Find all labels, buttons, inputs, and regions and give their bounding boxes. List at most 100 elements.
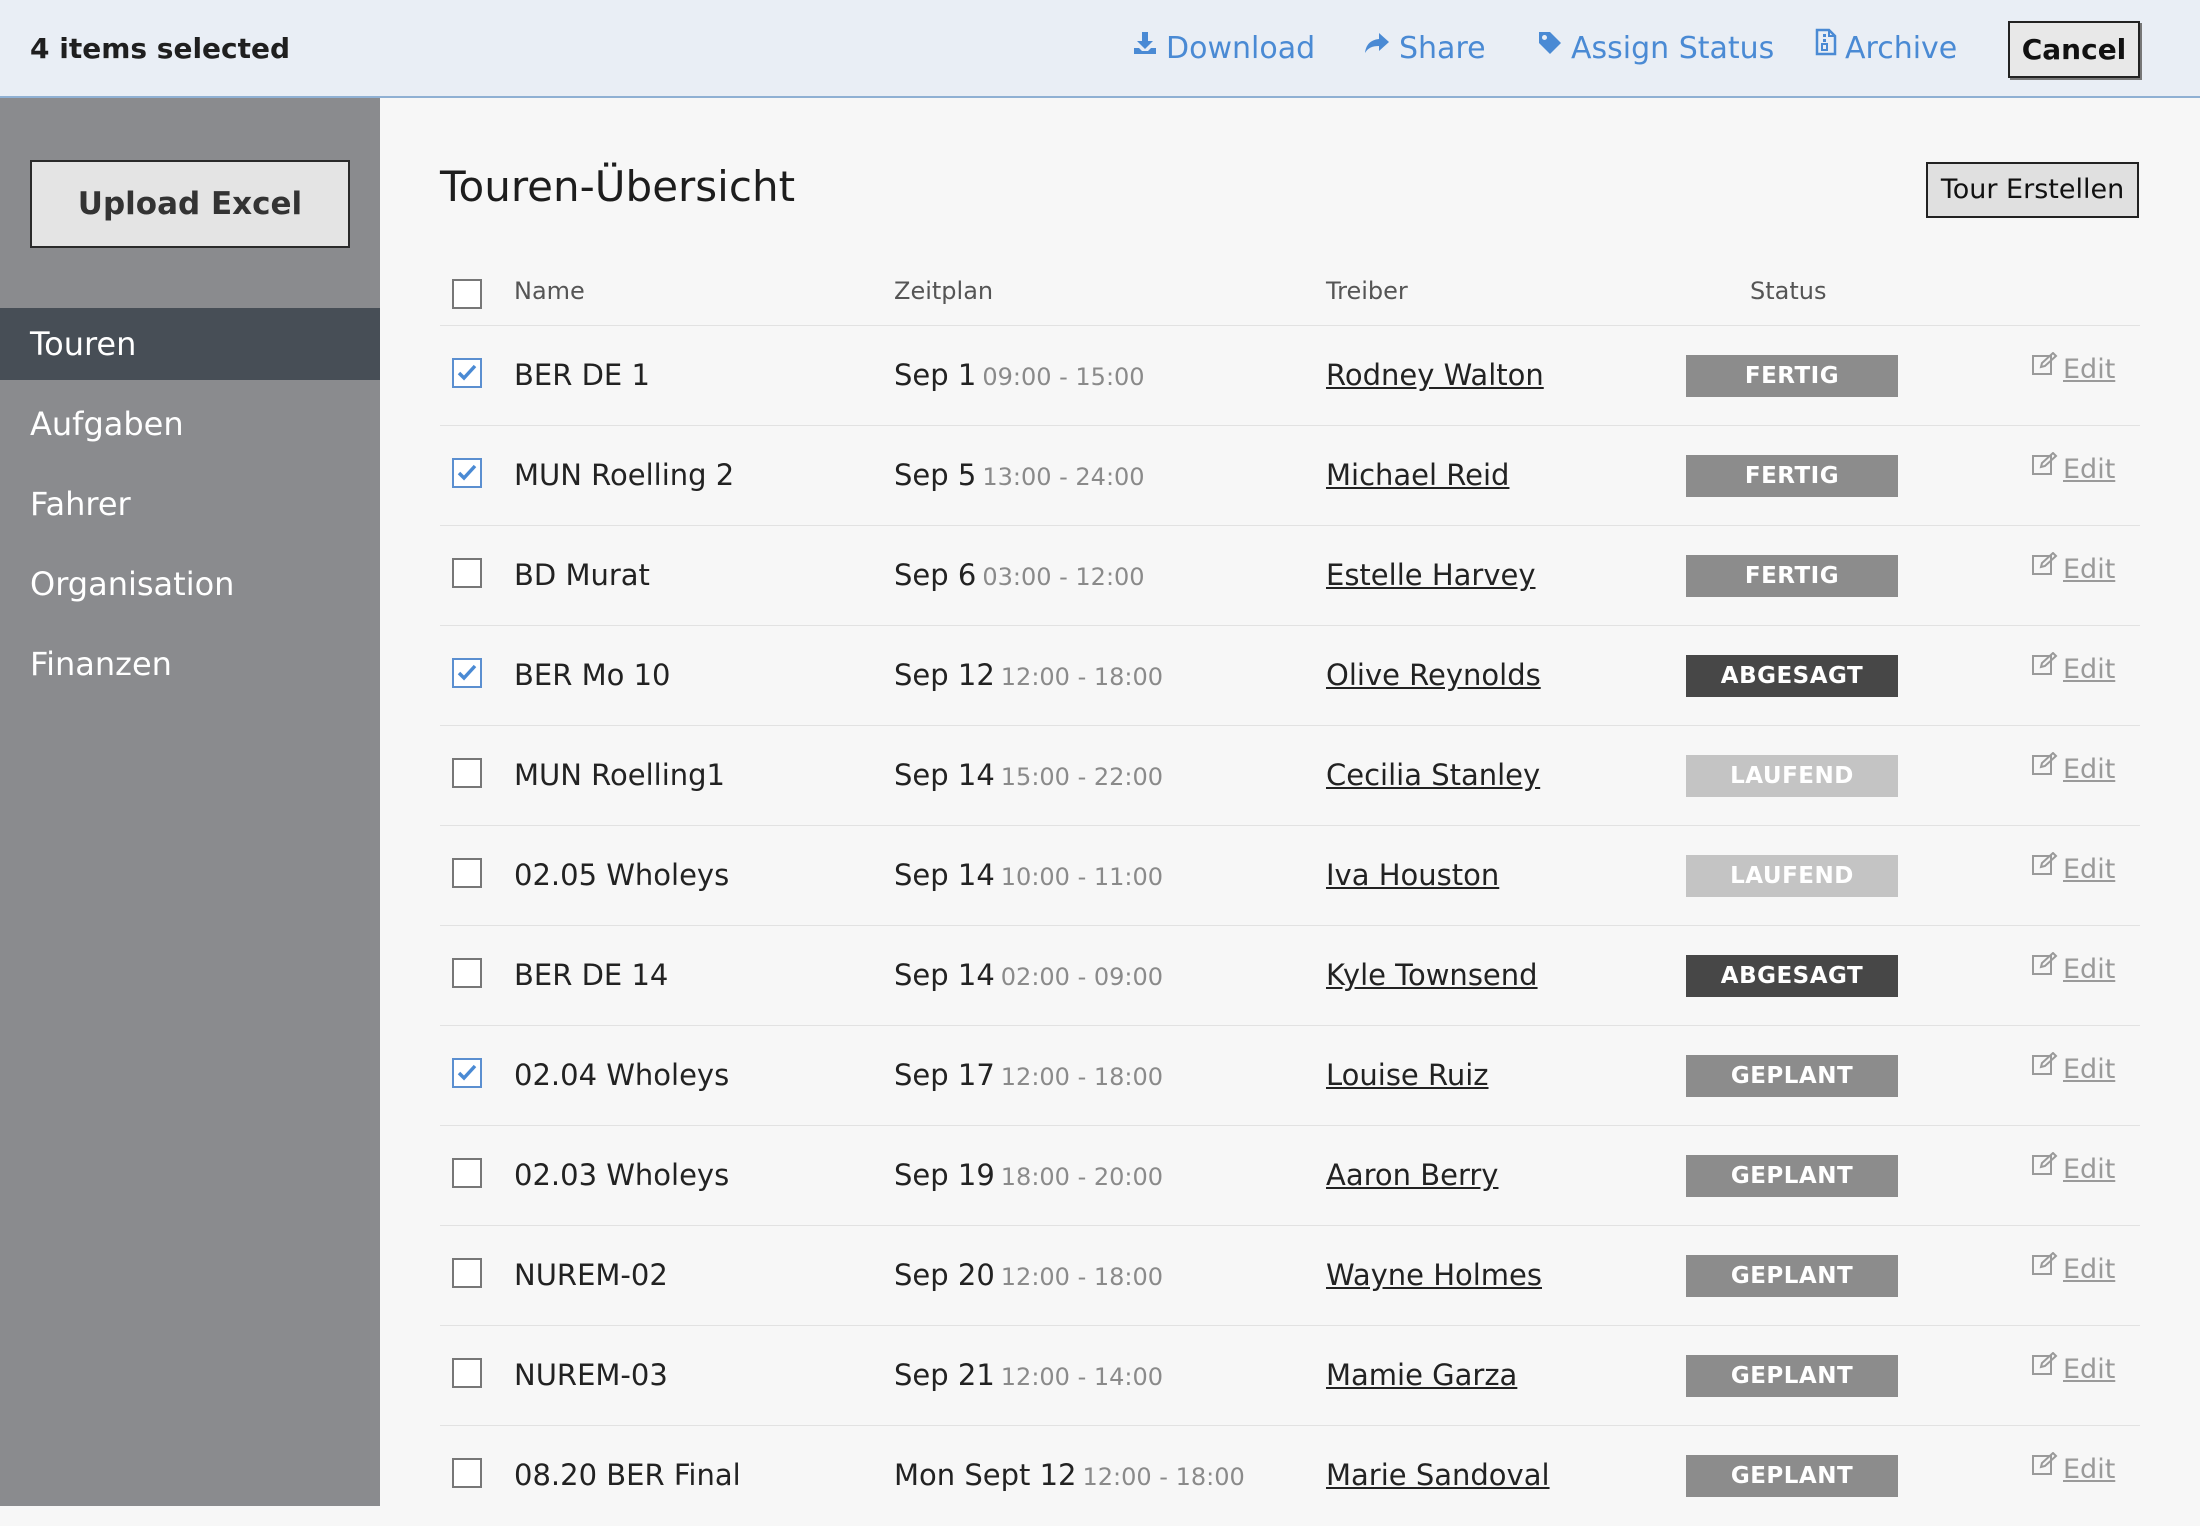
driver-link[interactable]: Mamie Garza [1326,1358,1517,1392]
edit-icon [2031,451,2059,483]
driver-link[interactable]: Iva Houston [1326,858,1499,892]
edit-icon [2031,551,2059,583]
tag-icon [1537,0,1563,96]
tour-date: Sep 17 [894,1058,995,1092]
edit-icon [2031,1451,2059,1483]
sidebar-item-aufgaben[interactable]: Aufgaben [0,388,380,460]
share-button[interactable]: Share [1363,0,1486,98]
row-checkbox[interactable] [452,658,482,688]
status-badge: GEPLANT [1686,1155,1898,1197]
row-checkbox[interactable] [452,1258,482,1288]
share-icon [1363,0,1391,96]
table-row: 02.03 Wholeys Sep 19 18:00 - 20:00 Aaron Be… [440,1126,2140,1226]
tour-time: 12:00 - 14:00 [1000,1363,1164,1391]
tour-date: Sep 1 [894,358,977,392]
cancel-button[interactable]: Cancel [2008,21,2140,78]
tour-schedule: Sep 12 12:00 - 18:00 [894,658,1163,692]
tour-name: BER DE 14 [514,958,669,992]
edit-label: Edit [2063,454,2116,485]
driver-link[interactable]: Michael Reid [1326,458,1509,492]
column-header-name: Name [514,277,585,305]
status-badge: GEPLANT [1686,1455,1898,1497]
driver-link[interactable]: Estelle Harvey [1326,558,1536,592]
driver-link[interactable]: Wayne Holmes [1326,1258,1542,1292]
status-badge: GEPLANT [1686,1355,1898,1397]
driver-link[interactable]: Olive Reynolds [1326,658,1541,692]
archive-icon [1815,0,1837,96]
row-checkbox[interactable] [452,1458,482,1488]
column-header-status: Status [1750,277,1827,305]
tour-name: 08.20 BER Final [514,1458,741,1492]
driver-link[interactable]: Aaron Berry [1326,1158,1498,1192]
status-badge: LAUFEND [1686,755,1898,797]
archive-button[interactable]: Archive [1815,0,1957,98]
table-row: BER Mo 10 Sep 12 12:00 - 18:00 Olive Reynol… [440,626,2140,726]
table-row: BER DE 14 Sep 14 02:00 - 09:00 Kyle Townsen… [440,926,2140,1026]
upload-excel-button[interactable]: Upload Excel [30,160,350,248]
download-button[interactable]: Download [1132,0,1315,98]
row-checkbox[interactable] [452,558,482,588]
page-title: Touren-Übersicht [440,162,796,211]
edit-label: Edit [2063,1354,2116,1385]
edit-icon [2031,951,2059,983]
driver-link[interactable]: Kyle Townsend [1326,958,1538,992]
create-tour-button[interactable]: Tour Erstellen [1926,162,2139,218]
tour-schedule: Sep 14 02:00 - 09:00 [894,958,1163,992]
tour-time: 15:00 - 22:00 [1000,763,1164,791]
sidebar-item-fahrer[interactable]: Fahrer [0,468,380,540]
download-icon [1132,0,1158,96]
edit-link[interactable]: Edit [2031,851,2115,885]
edit-link[interactable]: Edit [2031,651,2115,685]
row-checkbox[interactable] [452,458,482,488]
tour-name: MUN Roelling1 [514,758,726,792]
status-badge: GEPLANT [1686,1255,1898,1297]
driver-link[interactable]: Cecilia Stanley [1326,758,1540,792]
select-all-checkbox[interactable] [452,279,482,309]
edit-icon [2031,351,2059,383]
edit-link[interactable]: Edit [2031,1351,2116,1385]
edit-link[interactable]: Edit [2031,1451,2115,1485]
sidebar-item-finanzen[interactable]: Finanzen [0,628,380,700]
edit-link[interactable]: Edit [2031,1051,2115,1085]
row-checkbox[interactable] [452,958,482,988]
edit-label: Edit [2063,554,2116,585]
column-header-schedule: Zeitplan [894,277,994,305]
row-checkbox[interactable] [452,1158,482,1188]
edit-link[interactable]: Edit [2031,1151,2115,1185]
row-checkbox[interactable] [452,1358,482,1388]
tour-time: 13:00 - 24:00 [982,463,1145,491]
status-badge: LAUFEND [1686,855,1898,897]
row-checkbox[interactable] [452,758,482,788]
driver-link[interactable]: Marie Sandoval [1326,1458,1550,1492]
edit-link[interactable]: Edit [2031,451,2116,485]
edit-link[interactable]: Edit [2031,351,2116,385]
tour-schedule: Sep 21 12:00 - 14:00 [894,1358,1163,1392]
row-checkbox[interactable] [452,1058,482,1088]
assign-status-button[interactable]: Assign Status [1537,0,1774,98]
checkmark-icon [457,1064,477,1081]
driver-link[interactable]: Louise Ruiz [1326,1058,1489,1092]
tour-schedule: Sep 6 03:00 - 12:00 [894,558,1145,592]
tour-name: MUN Roelling 2 [514,458,735,492]
tour-name: NUREM-03 [514,1358,668,1392]
edit-label: Edit [2063,354,2116,385]
sidebar-item-touren[interactable]: Touren [0,308,380,380]
row-checkbox[interactable] [452,858,482,888]
edit-icon [2031,851,2059,883]
sidebar-item-organisation[interactable]: Organisation [0,548,380,620]
edit-label: Edit [2063,1254,2116,1285]
status-badge: ABGESAGT [1686,655,1898,697]
tour-schedule: Sep 20 12:00 - 18:00 [894,1258,1163,1292]
download-label: Download [1166,31,1316,66]
driver-link[interactable]: Rodney Walton [1326,358,1544,392]
edit-icon [2031,651,2059,683]
table-row: BER DE 1 Sep 1 09:00 - 15:00 Rodney Walton F… [440,326,2140,426]
tour-name: 02.05 Wholeys [514,858,730,892]
edit-link[interactable]: Edit [2031,751,2115,785]
edit-link[interactable]: Edit [2031,551,2116,585]
edit-link[interactable]: Edit [2031,1251,2116,1285]
edit-link[interactable]: Edit [2031,951,2115,985]
row-checkbox[interactable] [452,358,482,388]
tour-time: 02:00 - 09:00 [1000,963,1164,991]
checkmark-icon [457,364,477,381]
